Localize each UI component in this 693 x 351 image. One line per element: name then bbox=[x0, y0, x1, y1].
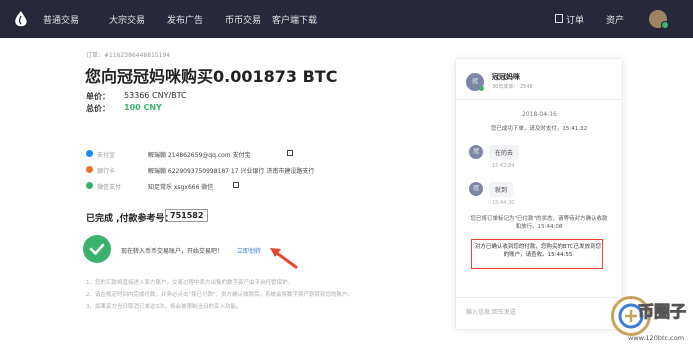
seller-online-dot bbox=[479, 86, 484, 91]
seller-name[interactable]: 冠冠妈咪 bbox=[492, 72, 520, 82]
order-id: 订单：#1162386448815194 bbox=[86, 52, 171, 59]
note-1: 1、您的汇款将直接进入卖方账户，交易过程中卖方出售的数字资产由平台托管保护。 bbox=[86, 280, 294, 286]
online-status-dot bbox=[661, 21, 669, 29]
alipay-icon bbox=[86, 150, 93, 157]
watermark-brand: 币圈子 bbox=[637, 302, 687, 322]
nav-assets[interactable]: 资产 bbox=[606, 13, 624, 26]
chat-input-divider bbox=[456, 297, 622, 298]
payment-type-bank: 银行卡 bbox=[97, 168, 116, 175]
total-label: 总价： bbox=[86, 104, 110, 113]
price-value: 53366 CNY/BTC bbox=[124, 91, 187, 100]
nav-item-coin-trade[interactable]: 币币交易 bbox=[225, 13, 261, 26]
system-message-order-placed: 您已成功下单，请及时支付。15:41:32 bbox=[490, 126, 588, 132]
system-message-marked-paid: 您已将订单标记为"已付款"的状态，请等待对方确认收款和放行。15:44:08 bbox=[470, 216, 608, 230]
status-title: 已完成 ,付款参考号： bbox=[86, 214, 174, 224]
seller-meta: 30日成单： 2548 bbox=[492, 84, 533, 90]
payment-details-bank: 解瑞翰 6229093750998187 17 兴业银行 济南市建设路支行 bbox=[148, 168, 315, 175]
nav-item-ordinary-trade[interactable]: 普通交易 bbox=[43, 13, 79, 26]
success-check-icon bbox=[83, 235, 111, 263]
page-title: 您向冠冠妈咪购买0.001873 BTC bbox=[85, 67, 338, 86]
total-value: 100 CNY bbox=[124, 103, 162, 112]
message-timestamp: 15:42:84 bbox=[492, 163, 515, 169]
qr-code-icon[interactable] bbox=[233, 182, 239, 188]
top-navbar: 普通交易 大宗交易 发布广告 币币交易 客户端下载 订单 资产 bbox=[0, 0, 693, 38]
chat-divider bbox=[456, 99, 622, 100]
payment-reference: 751582 bbox=[165, 209, 209, 222]
status-message: 现在转入币币交易账户，开始交易吧！ bbox=[121, 248, 224, 255]
chat-message: 在的去 bbox=[489, 145, 520, 160]
nav-orders[interactable]: 订单 bbox=[566, 13, 584, 26]
payment-details-alipay: 解瑞翰 214862659@qq.com 支付宝 bbox=[148, 152, 251, 159]
red-arrow-icon bbox=[270, 248, 298, 269]
watermark-url: www.120btc.com bbox=[628, 334, 685, 342]
payment-details-wechat: 知足常乐 xsgx666 微信 bbox=[148, 184, 214, 191]
payment-type-wechat: 微信支付 bbox=[97, 184, 122, 191]
nav-item-block-trade[interactable]: 大宗交易 bbox=[109, 13, 145, 26]
nav-item-post-ad[interactable]: 发布广告 bbox=[167, 13, 203, 26]
orders-icon[interactable] bbox=[555, 14, 563, 23]
payment-type-alipay: 支付宝 bbox=[97, 152, 116, 159]
message-avatar: 冠 bbox=[469, 182, 483, 196]
price-label: 单价： bbox=[86, 92, 110, 101]
transfer-now-link[interactable]: 立即划转 bbox=[237, 246, 261, 255]
chat-date: 2018-04-16 bbox=[522, 111, 557, 118]
qr-code-icon[interactable] bbox=[287, 150, 293, 156]
highlight-box bbox=[471, 239, 603, 269]
note-2: 2、请在规定时间内完成付款，并务必点击"我已付款"，卖方确认收款后，系统会将数字… bbox=[86, 292, 354, 298]
chat-panel: 冠 冠冠妈咪 30日成单： 2548 2018-04-16 您已成功下单，请及时… bbox=[455, 58, 623, 330]
message-avatar: 冠 bbox=[469, 145, 483, 159]
logo-icon[interactable] bbox=[14, 11, 28, 27]
nav-item-client-download[interactable]: 客户端下载 bbox=[272, 13, 317, 26]
chat-message: 就到 bbox=[489, 182, 514, 197]
note-3: 3、如果买方当日取消订单达3次，将会被限制当日的买入功能。 bbox=[86, 304, 242, 310]
bank-card-icon bbox=[86, 166, 93, 173]
chat-input[interactable]: 输入信息,回车发送 bbox=[466, 307, 516, 316]
message-timestamp: 15:44:20 bbox=[492, 200, 515, 206]
wechat-icon bbox=[86, 182, 93, 189]
